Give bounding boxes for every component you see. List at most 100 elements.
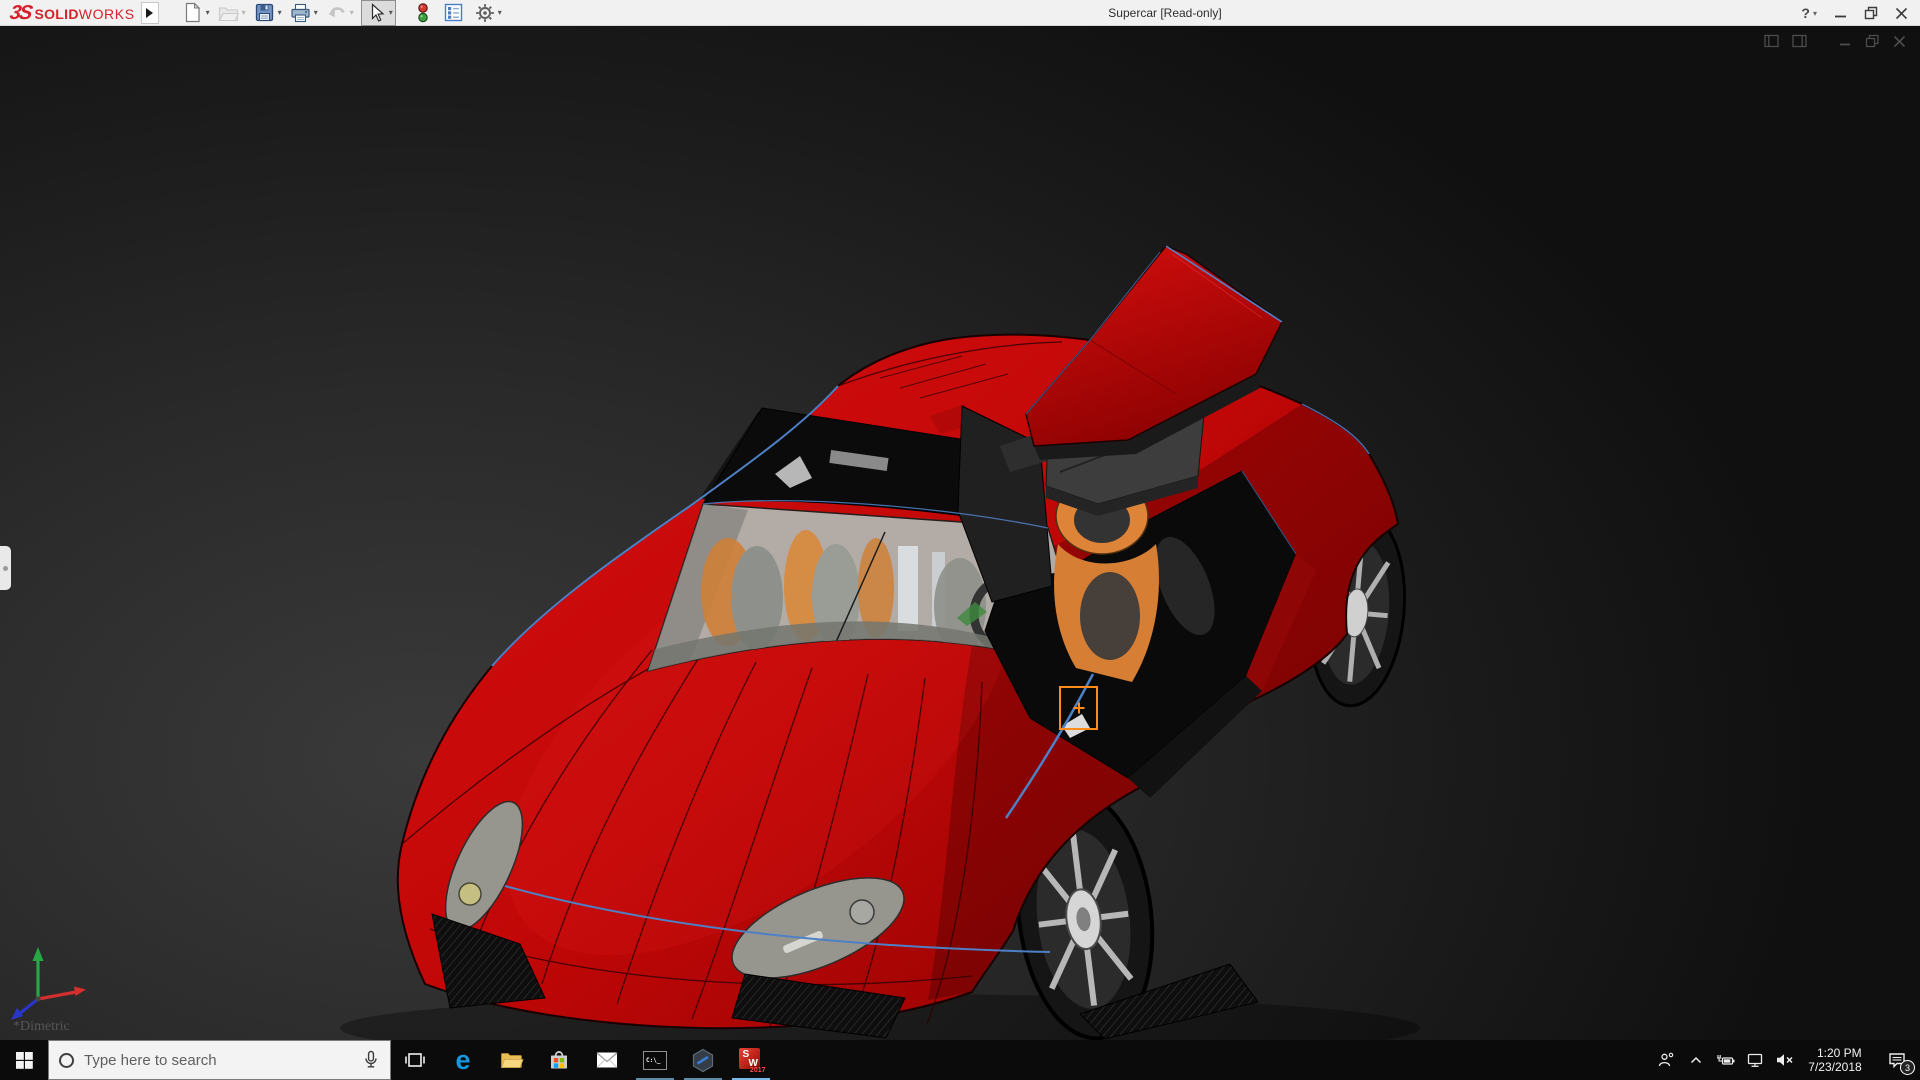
save-group: ▾ <box>253 1 282 25</box>
restore-button[interactable] <box>1864 6 1878 20</box>
doc-restore-button[interactable] <box>1865 34 1880 53</box>
file-properties-button[interactable] <box>442 1 466 25</box>
doc-close-button[interactable] <box>1893 35 1906 53</box>
select-tool-group: ▾ <box>361 0 396 26</box>
edge-icon: e <box>455 1047 470 1074</box>
graphics-viewport[interactable]: *Dimetric <box>0 26 1920 1040</box>
taskbar-command-prompt-button[interactable]: C:\_ <box>631 1040 679 1080</box>
minimize-button[interactable] <box>1834 7 1847 20</box>
file-properties-icon <box>444 3 463 22</box>
clock-time: 1:20 PM <box>1817 1046 1862 1060</box>
open-caret[interactable]: ▾ <box>242 8 246 17</box>
menu-flyout-button[interactable] <box>141 2 159 24</box>
doc-close-icon <box>1893 35 1906 48</box>
new-document-button[interactable] <box>181 1 205 25</box>
document-window-controls <box>1764 34 1906 53</box>
notification-badge: 3 <box>1900 1060 1915 1075</box>
close-button[interactable] <box>1895 7 1908 20</box>
rebuild-group <box>411 1 435 25</box>
doc-minimize-icon <box>1839 35 1852 48</box>
taskbar-search-box[interactable] <box>48 1040 391 1080</box>
rebuild-button[interactable] <box>411 1 435 25</box>
left-pane-icon <box>1764 34 1779 48</box>
volume-button[interactable] <box>1770 1040 1800 1080</box>
start-button[interactable] <box>0 1040 48 1080</box>
network-button[interactable] <box>1740 1040 1770 1080</box>
undo-icon <box>327 5 347 21</box>
undo-caret[interactable]: ▾ <box>350 8 354 17</box>
restore-icon <box>1864 6 1878 20</box>
taskbar-store-button[interactable] <box>535 1040 583 1080</box>
flyout-arrow-icon <box>146 8 153 18</box>
taskbar-task-view-button[interactable] <box>391 1040 439 1080</box>
edrawings-icon <box>691 1048 715 1073</box>
microphone-icon[interactable] <box>362 1050 380 1070</box>
taskbar-edrawings-button[interactable] <box>679 1040 727 1080</box>
select-cursor-icon <box>367 3 385 23</box>
command-prompt-text: C:\_ <box>646 1057 660 1064</box>
close-icon <box>1895 7 1908 20</box>
open-button[interactable] <box>217 1 241 25</box>
right-pane-icon <box>1792 34 1807 48</box>
options-group: ▾ <box>473 1 502 25</box>
options-caret[interactable]: ▾ <box>498 8 502 17</box>
open-group: ▾ <box>217 1 246 25</box>
print-button[interactable] <box>289 1 313 25</box>
options-gear-icon <box>475 3 495 23</box>
search-input[interactable] <box>84 1052 362 1069</box>
select-tool-caret[interactable]: ▾ <box>389 8 393 17</box>
file-properties-group <box>442 1 466 25</box>
new-document-icon <box>183 2 202 23</box>
windows-taskbar: e <box>0 1040 1920 1080</box>
options-button[interactable] <box>473 1 497 25</box>
taskbar-file-explorer-button[interactable] <box>487 1040 535 1080</box>
microsoft-store-icon <box>547 1048 571 1072</box>
help-button[interactable]: ? ▾ <box>1801 5 1817 21</box>
cortana-icon <box>59 1053 74 1068</box>
system-tray: 1:20 PM 7/23/2018 3 <box>1650 1040 1920 1080</box>
save-button[interactable] <box>253 1 277 25</box>
people-button[interactable] <box>1650 1040 1682 1080</box>
selection-crosshair <box>1078 703 1080 714</box>
undo-group: ▾ <box>325 1 354 25</box>
hidden-icons-button[interactable] <box>1682 1040 1710 1080</box>
undo-button[interactable] <box>325 1 349 25</box>
clock[interactable]: 1:20 PM 7/23/2018 <box>1800 1040 1876 1080</box>
doc-minimize-button[interactable] <box>1839 35 1852 53</box>
clock-date: 7/23/2018 <box>1808 1060 1861 1074</box>
action-center-button[interactable]: 3 <box>1876 1040 1918 1080</box>
help-icon: ? <box>1801 5 1810 21</box>
save-caret[interactable]: ▾ <box>278 8 282 17</box>
help-caret: ▾ <box>1813 9 1817 18</box>
selection-rubber-band <box>1059 686 1098 730</box>
taskbar-solidworks-button[interactable]: S W 2017 <box>727 1040 775 1080</box>
solidworks-year: 2017 <box>750 1067 766 1074</box>
open-folder-icon <box>218 4 239 22</box>
command-prompt-icon: C:\_ <box>643 1051 667 1070</box>
print-icon <box>290 3 311 23</box>
people-icon <box>1658 1052 1674 1068</box>
solidworks-2017-icon: S W 2017 <box>739 1048 764 1072</box>
featuremanager-pane-button[interactable] <box>1764 34 1779 53</box>
solidworks-logo-text-light: WORKS <box>79 6 135 22</box>
network-icon <box>1747 1053 1763 1068</box>
featuremanager-flyout-tab[interactable] <box>0 546 11 590</box>
window-controls: ? ▾ <box>1801 0 1908 26</box>
minimize-icon <box>1834 7 1847 20</box>
new-document-caret[interactable]: ▾ <box>206 8 210 17</box>
view-orientation-label: *Dimetric <box>13 1019 70 1035</box>
doc-restore-icon <box>1865 34 1880 48</box>
select-tool-button[interactable] <box>364 1 388 25</box>
file-explorer-icon <box>499 1049 524 1071</box>
print-caret[interactable]: ▾ <box>314 8 318 17</box>
title-bar: 3S SOLID WORKS ▾ <box>0 0 1920 26</box>
document-title: Supercar [Read-only] <box>1108 6 1221 20</box>
orientation-triad <box>6 944 98 1026</box>
taskbar-edge-button[interactable]: e <box>439 1040 487 1080</box>
display-pane-button[interactable] <box>1792 34 1807 53</box>
new-document-group: ▾ <box>181 1 210 25</box>
mail-icon <box>595 1051 619 1069</box>
power-battery-button[interactable] <box>1710 1040 1740 1080</box>
supercar-model[interactable] <box>0 26 1920 1040</box>
taskbar-mail-button[interactable] <box>583 1040 631 1080</box>
